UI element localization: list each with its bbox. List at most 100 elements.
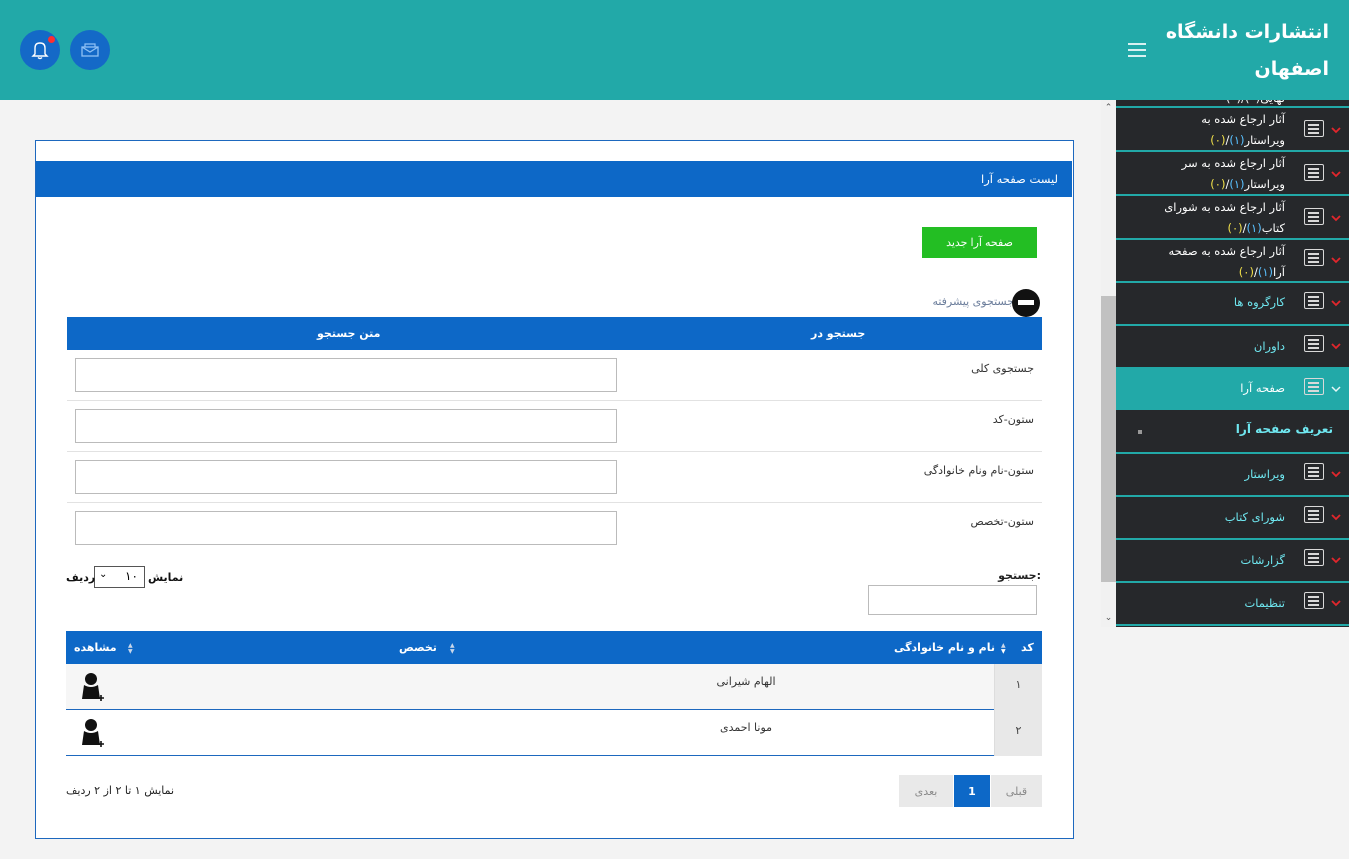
list-icon	[1304, 208, 1324, 225]
sidebar-item-chief-editor-works[interactable]: آثار ارجاع شده به سر ویراستار(۱)/(۰)	[1116, 152, 1349, 196]
sidebar-item-editor[interactable]: ویراستار	[1116, 454, 1349, 497]
sidebar-item-book-council[interactable]: شورای کتاب	[1116, 497, 1349, 540]
scrollbar-thumb[interactable]	[1101, 296, 1116, 582]
count-badge: (۱)	[1229, 133, 1245, 147]
sidebar-item-book-council-works[interactable]: آثار ارجاع شده به شورای کتاب(۱)/(۰)	[1116, 196, 1349, 240]
list-icon	[1304, 592, 1324, 609]
hamburger-icon[interactable]	[1128, 43, 1146, 57]
add-user-icon[interactable]	[79, 717, 107, 749]
chevron-down-icon	[1331, 257, 1341, 264]
table-row: ۲ مونا احمدی	[66, 710, 1042, 756]
brand-line-1: انتشارات دانشگاه	[1165, 21, 1329, 43]
page-1-button[interactable]: 1	[954, 775, 990, 807]
show-label: نمایش	[148, 571, 184, 584]
advanced-search-label[interactable]: جستجوی پیشرفته	[924, 295, 1014, 308]
search-text-column: متن جستجو	[317, 327, 381, 340]
sidebar-item-label: ویراستار	[1244, 467, 1285, 481]
sidebar-item-label-2: آرا	[1273, 265, 1285, 279]
top-header: انتشارات دانشگاه اصفهان	[0, 0, 1349, 100]
brand-line-2: اصفهان	[1254, 58, 1329, 80]
column-name[interactable]: نام و نام خانوادگی	[894, 641, 995, 654]
sidebar-item-label: آثار ارجاع شده به	[1201, 112, 1285, 126]
search-in-column: جستجو در	[811, 327, 866, 340]
bell-icon	[31, 42, 49, 60]
column-specialty[interactable]: تخصص	[399, 641, 437, 654]
next-page-button[interactable]: بعدی	[899, 775, 953, 807]
brand-title[interactable]: انتشارات دانشگاه اصفهان	[1129, 14, 1329, 88]
notification-dot	[48, 36, 55, 43]
chevron-down-icon	[1331, 343, 1341, 350]
sidebar-item-label: آثار ارجاع شده به سر	[1181, 156, 1285, 170]
table-info: نمایش ۱ تا ۲ از ۲ ردیف	[66, 784, 175, 797]
sidebar-item-reviewers[interactable]: داوران	[1116, 326, 1349, 369]
chevron-down-icon	[1331, 300, 1341, 307]
page-length-value: ۱۰	[125, 569, 138, 583]
sidebar-item-workgroups[interactable]: کارگروه ها	[1116, 283, 1349, 326]
sidebar-item-final[interactable]: نهایی(۰)/(۰)	[1116, 100, 1349, 108]
sidebar-item-label-2: ویراستار	[1244, 177, 1285, 191]
list-icon	[1304, 335, 1324, 352]
name-search-input[interactable]	[75, 460, 617, 494]
sidebar-item-settings[interactable]: تنظیمات	[1116, 583, 1349, 626]
sort-icon[interactable]: ▲ ▼	[128, 643, 136, 655]
chevron-down-icon	[1331, 127, 1341, 134]
notifications-button[interactable]	[20, 30, 60, 70]
specialty-search-input[interactable]	[75, 511, 617, 545]
count-badge: (۱)	[1246, 221, 1262, 235]
search-row-specialty: ستون-تخصص	[67, 503, 1042, 554]
chevron-down-icon: ⌄	[99, 569, 108, 580]
sidebar-item-label: آثار ارجاع شده به شورای	[1164, 200, 1285, 214]
sidebar-scrollbar[interactable]: ⌃ ⌄	[1101, 100, 1116, 627]
list-icon	[1304, 292, 1324, 309]
sidebar-item-label: صفحه آرا	[1240, 381, 1285, 395]
search-row-label: ستون-تخصص	[970, 515, 1034, 528]
search-row-code: ستون-کد	[67, 401, 1042, 452]
count-badge: (۰)	[1210, 133, 1226, 147]
layout-list-panel: لیست صفحه آرا صفحه آرا جدید جستجوی پیشرف…	[35, 140, 1074, 839]
scroll-up-icon[interactable]: ⌃	[1104, 104, 1113, 113]
table-search-input[interactable]	[868, 585, 1037, 615]
collapse-icon[interactable]	[1012, 289, 1040, 317]
page-length-select[interactable]: ۱۰ ⌄	[94, 566, 145, 588]
list-icon	[1304, 506, 1324, 523]
inbox-button[interactable]	[70, 30, 110, 70]
search-row-label: جستجوی کلی	[971, 362, 1034, 375]
list-icon	[1304, 164, 1324, 181]
sidebar-item-label: شورای کتاب	[1224, 510, 1285, 524]
sidebar-item-label: گزارشات	[1240, 553, 1285, 567]
sidebar-item-label: کارگروه ها	[1233, 295, 1285, 309]
sidebar-item-layout[interactable]: صفحه آرا	[1116, 369, 1349, 410]
list-icon	[1304, 120, 1324, 137]
column-view[interactable]: مشاهده	[74, 641, 117, 654]
list-icon	[1304, 549, 1324, 566]
sidebar-item-reports[interactable]: گزارشات	[1116, 540, 1349, 583]
code-search-input[interactable]	[75, 409, 617, 443]
sidebar-item-label-2: ویراستار	[1244, 133, 1285, 147]
sort-icon[interactable]: ▲ ▼	[450, 643, 458, 655]
chevron-down-icon	[1331, 215, 1341, 222]
row-name: الهام شیرانی	[716, 675, 776, 688]
table-row: ۱ الهام شیرانی	[66, 664, 1042, 710]
chevron-down-icon	[1331, 514, 1341, 521]
list-icon	[1304, 249, 1324, 266]
row-code: ۱	[994, 664, 1042, 710]
new-layout-button[interactable]: صفحه آرا جدید	[922, 227, 1037, 258]
column-code[interactable]: کد	[1021, 641, 1034, 654]
search-row-label: ستون-نام ونام خانوادگی	[923, 464, 1034, 477]
row-name: مونا احمدی	[719, 721, 773, 734]
rows-label: ردیف	[66, 571, 96, 584]
panel-header: لیست صفحه آرا	[36, 161, 1072, 197]
sidebar-subitem-define-layout[interactable]: تعریف صفحه آرا	[1116, 410, 1349, 454]
sidebar-subitem-label: تعریف صفحه آرا	[1235, 422, 1333, 436]
sidebar-item-editor-works[interactable]: آثار ارجاع شده به ویراستار(۱)/(۰)	[1116, 108, 1349, 152]
global-search-input[interactable]	[75, 358, 617, 392]
bullet-icon	[1138, 430, 1142, 434]
sidebar-item-label: تنظیمات	[1244, 596, 1285, 610]
add-user-icon[interactable]	[79, 671, 107, 703]
search-row-label: ستون-کد	[992, 413, 1034, 426]
sidebar-item-layout-works[interactable]: آثار ارجاع شده به صفحه آرا(۱)/(۰)	[1116, 240, 1349, 283]
scroll-down-icon[interactable]: ⌄	[1104, 614, 1113, 623]
row-code: ۲	[994, 710, 1042, 756]
sort-icon[interactable]: ▲ ▼	[1001, 643, 1009, 655]
previous-page-button[interactable]: قبلی	[991, 775, 1042, 807]
